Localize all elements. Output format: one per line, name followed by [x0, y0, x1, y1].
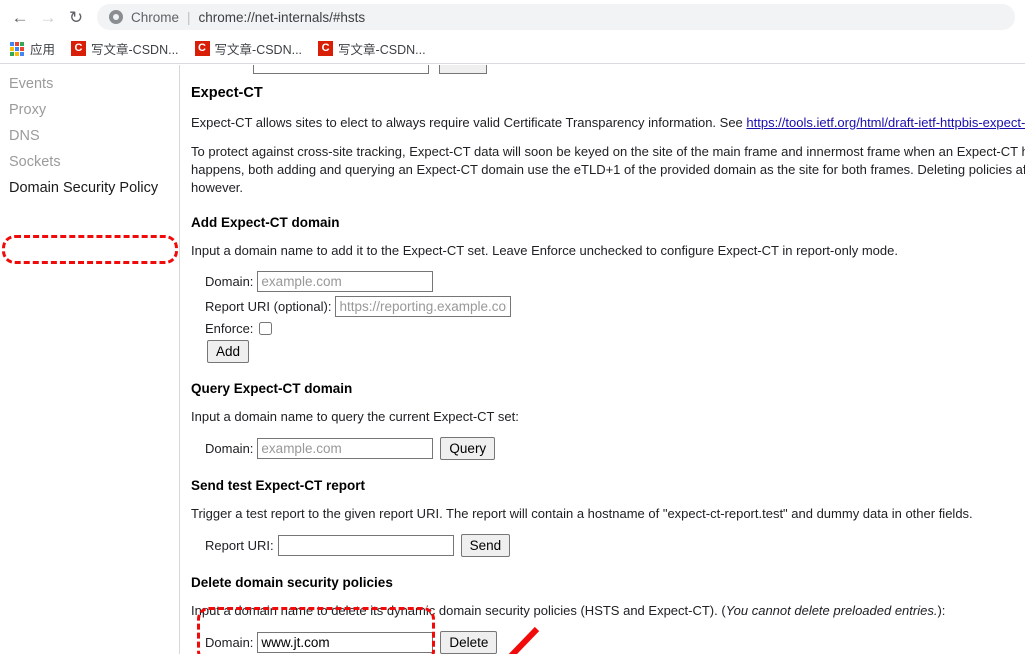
sidebar-item-events[interactable]: Events — [0, 71, 179, 97]
add-button[interactable]: Add — [207, 340, 250, 363]
send-report-uri-input[interactable] — [277, 535, 454, 556]
enforce-label: Enforce: — [205, 321, 254, 336]
browser-toolbar: ← → ↻ Chrome | chrome://net-internals/#h… — [0, 0, 1025, 34]
sidebar-item-proxy[interactable]: Proxy — [0, 97, 179, 123]
back-button[interactable]: ← — [6, 3, 34, 31]
address-bar[interactable]: Chrome | chrome://net-internals/#hsts — [97, 4, 1015, 30]
add-domain-row: Domain: — [205, 271, 1025, 292]
send-report-description: Trigger a test report to the given repor… — [191, 506, 973, 521]
scrolled-offscreen-row — [191, 65, 1025, 76]
bookmark-label: 写文章-CSDN... — [214, 43, 303, 57]
net-internals-page: Events Proxy DNS Sockets Domain Security… — [0, 65, 1025, 654]
forward-arrow-icon: → — [39, 7, 57, 27]
add-report-uri-row: Report URI (optional): — [205, 296, 1025, 317]
apps-shortcut[interactable]: 应用 — [10, 39, 55, 58]
browser-chrome: ← → ↻ Chrome | chrome://net-internals/#h… — [0, 0, 1025, 64]
query-expect-ct-description: Input a domain name to query the current… — [191, 409, 519, 424]
add-domain-input[interactable] — [257, 271, 434, 292]
add-report-uri-input[interactable] — [335, 296, 512, 317]
enforce-checkbox[interactable] — [259, 322, 273, 335]
sidebar-item-domain-security-policy[interactable]: Domain Security Policy — [0, 175, 179, 201]
expect-ct-heading: Expect-CT — [191, 85, 263, 101]
query-domain-row: Domain: Query — [205, 437, 1025, 460]
omnibox-site-label: Chrome — [131, 9, 180, 25]
send-report-heading: Send test Expect-CT report — [191, 478, 366, 493]
delete-desc-suffix: ): — [937, 603, 946, 618]
add-report-uri-label: Report URI (optional): — [205, 299, 332, 314]
send-report-uri-row: Report URI: Send — [205, 534, 1025, 557]
bookmarks-bar: 应用 C 写文章-CSDN... C 写文章-CSDN... C 写文章-CSD… — [0, 34, 1025, 64]
bookmark-item[interactable]: C 写文章-CSDN... — [71, 39, 179, 58]
csdn-favicon-icon: C — [71, 41, 87, 56]
omnibox-separator: | — [187, 9, 191, 25]
delete-domain-label: Domain: — [205, 635, 254, 650]
query-button[interactable]: Query — [440, 437, 496, 460]
delete-policies-description: Input a domain name to delete its dynami… — [191, 602, 1025, 619]
sidebar-item-sockets[interactable]: Sockets — [0, 149, 179, 175]
bookmark-item[interactable]: C 写文章-CSDN... — [318, 39, 426, 58]
csdn-favicon-icon: C — [318, 41, 334, 56]
omnibox-url: chrome://net-internals/#hsts — [198, 9, 366, 25]
delete-button[interactable]: Delete — [440, 631, 498, 654]
content-area: Expect-CT Expect-CT allows sites to elec… — [181, 65, 1025, 654]
sidebar: Events Proxy DNS Sockets Domain Security… — [0, 65, 180, 654]
csdn-favicon-icon: C — [194, 41, 210, 56]
expect-ct-note: To protect against cross-site tracking, … — [191, 144, 1025, 195]
hsts-query-input-partial[interactable] — [253, 65, 429, 74]
bookmark-label: 写文章-CSDN... — [338, 43, 426, 57]
query-domain-input[interactable] — [257, 438, 434, 459]
back-arrow-icon: ← — [11, 7, 29, 27]
query-domain-label: Domain: — [205, 441, 254, 456]
delete-domain-row: Domain: Delete — [205, 631, 1025, 654]
delete-desc-italic: You cannot delete preloaded entries. — [725, 603, 938, 618]
expect-ct-intro-prefix: Expect-CT allows sites to elect to alway… — [191, 115, 747, 130]
reload-button[interactable]: ↻ — [62, 3, 90, 31]
hsts-query-button-partial[interactable] — [439, 65, 487, 74]
expect-ct-intro: Expect-CT allows sites to elect to alway… — [191, 114, 1025, 131]
add-domain-label: Domain: — [205, 274, 254, 289]
forward-button[interactable]: → — [34, 3, 62, 31]
delete-section: Delete domain security policies Input a … — [191, 575, 1025, 654]
send-report-uri-label: Report URI: — [205, 538, 274, 553]
query-expect-ct-heading: Query Expect-CT domain — [191, 381, 353, 396]
enforce-row: Enforce: — [205, 321, 1025, 336]
add-expect-ct-description: Input a domain name to add it to the Exp… — [191, 243, 898, 258]
apps-grid-icon — [10, 41, 24, 56]
add-expect-ct-heading: Add Expect-CT domain — [191, 215, 340, 230]
reload-icon: ↻ — [68, 7, 84, 27]
send-button[interactable]: Send — [460, 534, 511, 557]
bookmark-label: 写文章-CSDN... — [91, 43, 179, 57]
bookmark-item[interactable]: C 写文章-CSDN... — [194, 39, 303, 58]
sidebar-item-dns[interactable]: DNS — [0, 123, 179, 149]
delete-domain-input[interactable] — [257, 632, 434, 653]
delete-policies-heading: Delete domain security policies — [191, 575, 393, 590]
delete-desc-prefix: Input a domain name to delete its dynami… — [191, 603, 726, 618]
add-button-row: Add — [207, 340, 1025, 363]
apps-shortcut-label: 应用 — [30, 43, 56, 57]
expect-ct-spec-link[interactable]: https://tools.ietf.org/html/draft-ietf-h… — [746, 115, 1025, 130]
chrome-logo-icon — [109, 10, 123, 24]
